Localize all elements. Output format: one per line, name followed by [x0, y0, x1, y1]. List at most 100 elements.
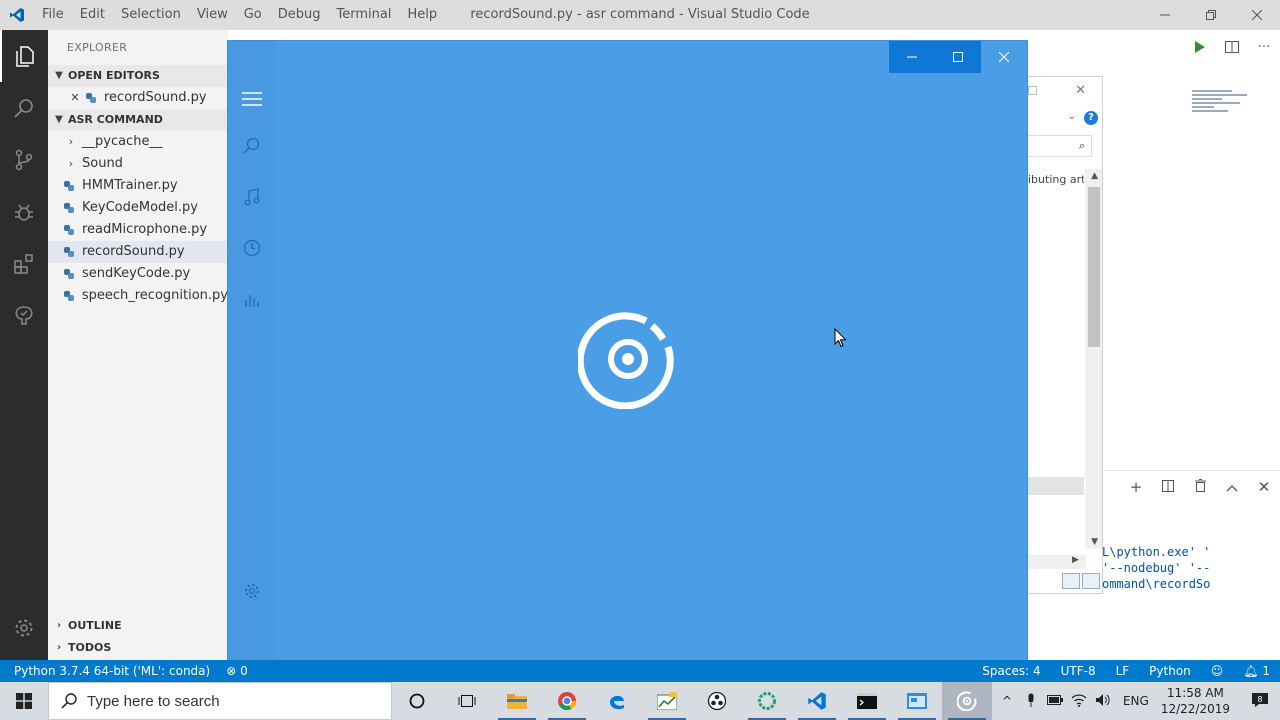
menu-edit[interactable]: Edit [72, 0, 113, 30]
scroll-down-icon[interactable]: ▼ [1091, 537, 1098, 547]
file-item[interactable]: sendKeyCode.py [48, 263, 228, 285]
source-control-icon[interactable] [0, 134, 48, 186]
terminal-icon[interactable] [842, 682, 892, 720]
folder-item[interactable]: › Sound [48, 153, 228, 175]
menu-view[interactable]: View [189, 0, 236, 30]
encoding-setting[interactable]: UTF-8 [1061, 664, 1096, 678]
minimize-button[interactable] [889, 41, 935, 73]
menu-help[interactable]: Help [399, 0, 445, 30]
groove-music-taskbar-icon[interactable] [942, 682, 992, 720]
task-view-icon[interactable] [442, 682, 492, 720]
eol-setting[interactable]: LF [1116, 664, 1130, 678]
groove-nav-pane [228, 41, 276, 674]
preview-view-icon[interactable] [1082, 573, 1100, 589]
menu-selection[interactable]: Selection [113, 0, 189, 30]
scroll-thumb[interactable] [1088, 187, 1100, 347]
loading-app-icon[interactable] [742, 682, 792, 720]
taskbar-clock[interactable]: 11:58 AM 12/22/2019 [1161, 685, 1230, 717]
close-button[interactable] [981, 41, 1027, 73]
hamburger-menu-icon[interactable] [228, 79, 276, 119]
close-button[interactable] [1234, 0, 1280, 30]
close-panel-icon[interactable]: ✕ [1248, 478, 1280, 496]
battery-icon[interactable] [1043, 694, 1067, 708]
todos-section[interactable]: › TODOS [48, 637, 228, 659]
settings-gear-icon[interactable] [228, 571, 276, 611]
vscode-taskbar-icon[interactable] [792, 682, 842, 720]
problems-indicator[interactable]: ⊗ 0 [226, 664, 248, 678]
selected-row[interactable] [1028, 477, 1084, 495]
dialog-search-field[interactable]: ⌕ [1028, 135, 1092, 157]
trash-icon[interactable] [1184, 478, 1216, 496]
menu-go[interactable]: Go [236, 0, 270, 30]
scroll-right-icon[interactable]: ▶ [1072, 555, 1079, 565]
maximize-button[interactable] [935, 41, 981, 73]
details-view-icon[interactable] [1062, 573, 1080, 589]
remote-explorer-icon[interactable] [0, 290, 48, 342]
start-windows-icon[interactable] [0, 682, 48, 720]
chrome-icon[interactable] [542, 682, 592, 720]
file-item-selected[interactable]: recordSound.py [48, 241, 228, 263]
close-editor-icon[interactable]: ✕ [68, 87, 82, 109]
groove-music-window [227, 40, 1028, 674]
file-explorer-icon[interactable] [492, 682, 542, 720]
minimize-button[interactable] [1142, 0, 1188, 30]
restore-button[interactable] [1188, 0, 1234, 30]
open-editors-label: OPEN EDITORS [68, 69, 160, 82]
minimap[interactable] [1192, 88, 1252, 128]
taskbar-search-box[interactable]: Type here to search [48, 682, 392, 720]
split-editor-icon[interactable] [1216, 34, 1248, 60]
microphone-icon[interactable] [1019, 693, 1043, 710]
feedback-smiley-icon[interactable]: ☺ [1211, 664, 1224, 678]
open-editor-filename: recordSound.py [104, 90, 207, 105]
search-icon[interactable]: ⌕ [1079, 139, 1085, 153]
action-center-icon[interactable]: 8 [1240, 692, 1280, 711]
volume-icon[interactable] [1091, 693, 1115, 710]
open-editors-section[interactable]: ▼ OPEN EDITORS [48, 65, 228, 87]
project-section[interactable]: ▼ ASR COMMAND [48, 109, 228, 131]
close-icon[interactable]: ✕ [1075, 83, 1086, 98]
chevron-down-icon[interactable]: ⌄ [1068, 111, 1076, 122]
more-actions-icon[interactable]: ··· [1248, 34, 1280, 60]
music-note-icon[interactable] [228, 177, 276, 217]
file-item[interactable]: readMicrophone.py [48, 219, 228, 241]
search-icon[interactable] [0, 82, 48, 134]
cortana-icon[interactable] [392, 682, 442, 720]
maximize-icon[interactable] [1028, 86, 1037, 95]
help-icon[interactable]: ? [1084, 111, 1098, 125]
network-icon[interactable] [1067, 693, 1091, 710]
scroll-up-icon[interactable]: ▲ [1091, 171, 1098, 181]
file-item[interactable]: KeyCodeModel.py [48, 197, 228, 219]
search-icon[interactable] [228, 126, 276, 166]
python-interpreter[interactable]: Python 3.7.4 64-bit ('ML': conda) [14, 664, 210, 678]
new-terminal-icon[interactable]: + [1120, 478, 1152, 496]
input-language[interactable]: ENG [1123, 694, 1149, 708]
menu-debug[interactable]: Debug [270, 0, 329, 30]
outline-section[interactable]: › OUTLINE [48, 615, 228, 637]
notifications-indicator[interactable]: 🔔︎ 1 [1243, 664, 1270, 678]
file-label: recordSound.py [82, 244, 185, 259]
spreadsheet-app-icon[interactable] [642, 682, 692, 720]
folder-item[interactable]: › __pycache__ [48, 131, 228, 153]
debug-icon[interactable] [0, 186, 48, 238]
explorer-icon[interactable] [0, 30, 48, 82]
control-panel-icon[interactable] [892, 682, 942, 720]
maximize-panel-icon[interactable] [1216, 478, 1248, 496]
file-item[interactable]: HMMTrainer.py [48, 175, 228, 197]
todos-label: TODOS [68, 641, 112, 654]
recent-clock-icon[interactable] [228, 228, 276, 268]
obs-icon[interactable] [692, 682, 742, 720]
menu-file[interactable]: File [34, 0, 72, 30]
indentation-setting[interactable]: Spaces: 4 [982, 664, 1040, 678]
now-playing-bars-icon[interactable] [228, 279, 276, 319]
edge-icon[interactable] [592, 682, 642, 720]
file-item[interactable]: speech_recognition.py [48, 285, 228, 307]
extensions-icon[interactable] [0, 238, 48, 290]
show-hidden-icons-icon[interactable]: ^ [995, 694, 1019, 708]
menu-terminal[interactable]: Terminal [329, 0, 400, 30]
manage-gear-icon[interactable] [0, 602, 48, 654]
run-icon[interactable] [1184, 34, 1216, 60]
language-mode[interactable]: Python [1149, 664, 1191, 678]
activity-bar [0, 30, 48, 660]
split-terminal-icon[interactable] [1152, 478, 1184, 496]
open-editor-item[interactable]: ✕ recordSound.py [48, 87, 228, 109]
